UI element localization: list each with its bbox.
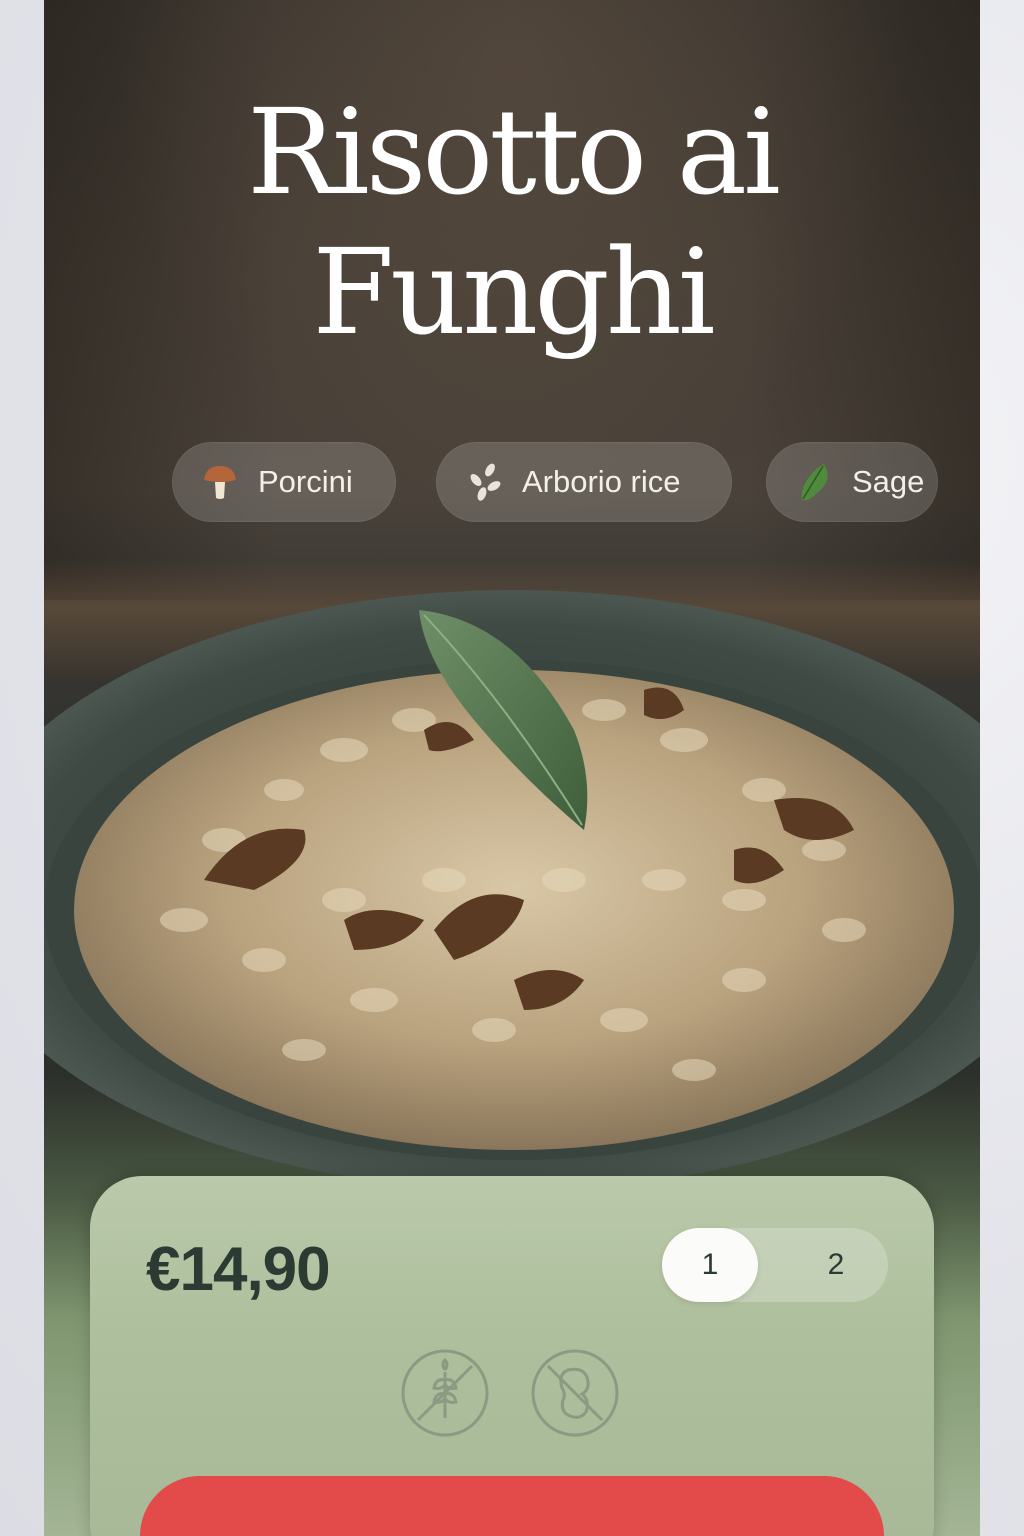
- nut-free-icon: [531, 1349, 619, 1437]
- order-panel: €14,90 1 2: [90, 1176, 934, 1536]
- quantity-selector[interactable]: 1 2: [662, 1228, 888, 1302]
- page: Risotto ai Funghi Porcini Arborio rice S…: [0, 0, 1024, 1536]
- dish-card: Risotto ai Funghi Porcini Arborio rice S…: [44, 0, 980, 1536]
- risotto-photo: [44, 590, 980, 1190]
- price-label: €14,90: [146, 1235, 331, 1304]
- ingredient-label: Porcini: [258, 464, 353, 499]
- dish-title: Risotto ai Funghi: [44, 82, 980, 362]
- ingredient-label: Arborio rice: [522, 464, 681, 499]
- sage-leaf-icon: [801, 464, 828, 501]
- quantity-option-2[interactable]: 2: [788, 1228, 884, 1302]
- mushroom-icon: [204, 466, 236, 499]
- gluten-free-icon: [401, 1349, 489, 1437]
- ingredient-chip-arborio-rice[interactable]: Arborio rice: [436, 442, 732, 522]
- dish-title-line2: Funghi: [312, 223, 715, 361]
- dish-title-line1: Risotto ai: [247, 83, 781, 221]
- ingredient-chip-sage[interactable]: Sage: [766, 442, 938, 522]
- rice-grains-icon: [470, 463, 501, 501]
- ingredient-chip-porcini[interactable]: Porcini: [172, 442, 396, 522]
- quantity-option-1[interactable]: 1: [662, 1228, 758, 1302]
- ingredient-label: Sage: [852, 464, 925, 499]
- add-to-cart-button[interactable]: Add to Cart: [140, 1476, 884, 1536]
